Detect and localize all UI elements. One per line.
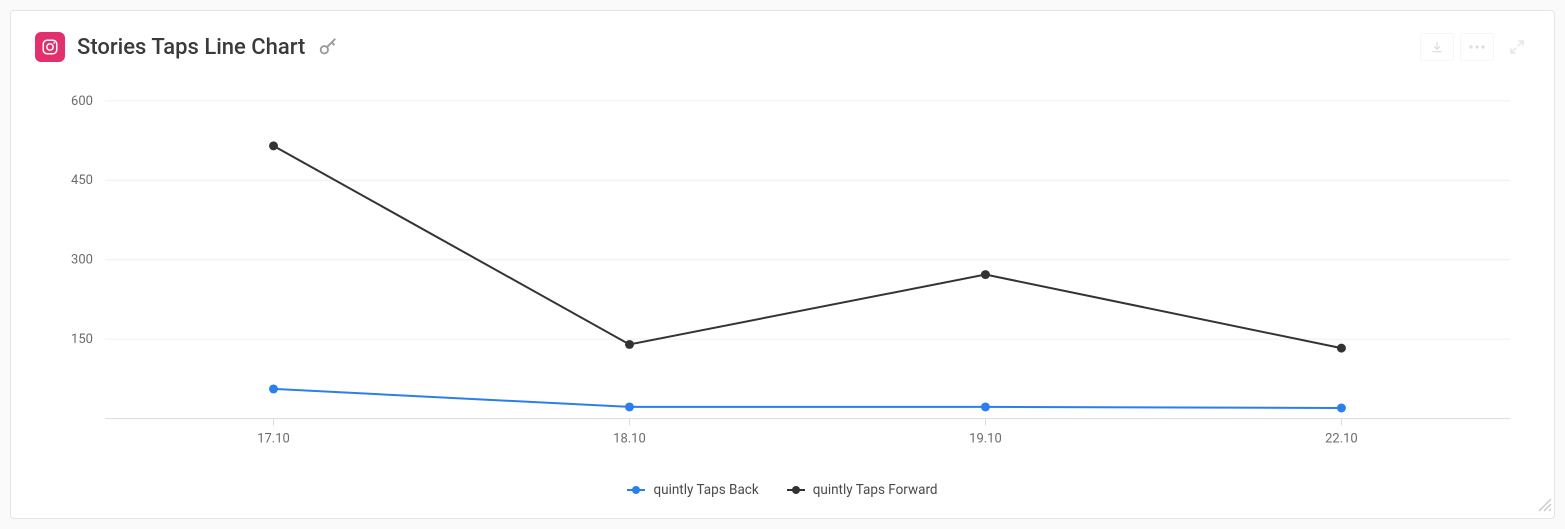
chart-area: 150 300 450 600 17.10 18.10 19.10 22.10 quintly… <box>35 81 1530 498</box>
data-point[interactable] <box>1337 404 1346 413</box>
y-tick-label: 300 <box>71 253 93 268</box>
series-line <box>274 146 1342 348</box>
chart-legend: quintly Taps Back quintly Taps Forward <box>35 482 1530 498</box>
legend-marker-icon <box>627 489 645 491</box>
x-tick-label: 22.10 <box>1325 431 1358 446</box>
data-point[interactable] <box>269 141 278 150</box>
expand-button[interactable] <box>1504 34 1530 60</box>
chart-title: Stories Taps Line Chart <box>77 35 305 60</box>
legend-item[interactable]: quintly Taps Back <box>627 482 758 498</box>
x-tick-label: 18.10 <box>613 431 646 446</box>
card-header: Stories Taps Line Chart <box>35 29 1530 65</box>
legend-item[interactable]: quintly Taps Forward <box>787 482 938 498</box>
legend-marker-icon <box>787 489 805 491</box>
y-tick-label: 150 <box>71 332 93 347</box>
key-icon[interactable] <box>317 36 339 58</box>
chart-card: Stories Taps Line Chart <box>10 10 1555 519</box>
y-tick-label: 600 <box>71 94 93 109</box>
resize-handle-icon[interactable] <box>1538 497 1552 516</box>
data-point[interactable] <box>625 402 634 411</box>
series-line <box>274 389 1342 408</box>
header-actions <box>1420 33 1530 61</box>
data-point[interactable] <box>269 384 278 393</box>
download-button[interactable] <box>1420 33 1454 61</box>
data-point[interactable] <box>1337 344 1346 353</box>
data-point[interactable] <box>981 270 990 279</box>
x-tick-label: 19.10 <box>969 431 1002 446</box>
more-button[interactable] <box>1460 33 1494 61</box>
legend-label: quintly Taps Back <box>653 482 758 498</box>
legend-label: quintly Taps Forward <box>813 482 938 498</box>
data-point[interactable] <box>625 340 634 349</box>
x-tick-label: 17.10 <box>257 431 290 446</box>
y-tick-label: 450 <box>71 173 93 188</box>
data-point[interactable] <box>981 402 990 411</box>
line-chart: 150 300 450 600 17.10 18.10 19.10 22.10 <box>35 81 1530 498</box>
instagram-icon <box>35 32 65 62</box>
